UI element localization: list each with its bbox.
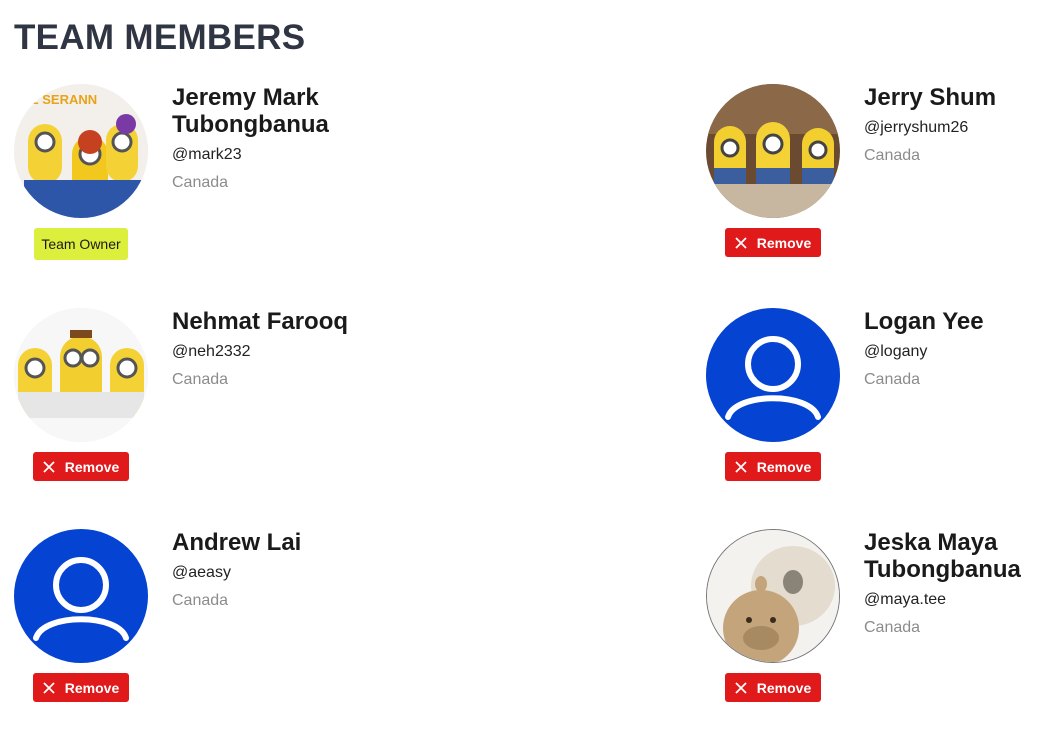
page-title: TEAM MEMBERS [14,18,306,57]
member-card: Remove Jeska Maya Tubongbanua @maya.tee … [706,529,1053,729]
member-info: Jeska Maya Tubongbanua @maya.tee Canada [864,529,1053,640]
avatar[interactable] [706,308,840,442]
minions-photo-avatar-icon [706,84,840,218]
avatar[interactable] [14,308,148,442]
member-card: Remove Logan Yee @logany Canada [706,308,1053,508]
member-card: LE SERANN Team Owner Jeremy Mark Tubongb… [14,84,374,284]
member-card: Remove Jerry Shum @jerryshum26 Canada [706,84,1053,284]
member-country: Canada [172,592,229,609]
member-name: Jeremy Mark Tubongbanua [172,84,329,138]
member-country: Canada [172,174,229,191]
member-info: Jeremy Mark Tubongbanua @mark23 Canada [172,84,372,195]
remove-button[interactable]: Remove [725,228,821,257]
member-country: Canada [864,147,921,164]
member-country: Canada [172,371,229,388]
member-username: @jerryshum26 [864,119,969,136]
close-icon [43,460,55,473]
member-username: @neh2332 [172,343,251,360]
close-icon [43,681,55,694]
member-name: Jerry Shum [864,84,997,111]
capybara-photo-avatar-icon [707,530,839,662]
default-user-icon [706,308,840,442]
member-card: Remove Nehmat Farooq @neh2332 Canada [14,308,374,508]
member-country: Canada [864,371,921,388]
avatar[interactable] [706,84,840,218]
default-user-icon [14,529,148,663]
avatar[interactable]: LE SERANN [14,84,148,218]
member-username: @logany [864,343,928,360]
remove-button[interactable]: Remove [33,673,129,702]
team-owner-badge: Team Owner [34,228,128,260]
remove-button[interactable]: Remove [33,452,129,481]
avatar[interactable] [706,529,840,663]
member-username: @mark23 [172,146,242,163]
close-icon [735,460,747,473]
member-name: Logan Yee [864,308,984,335]
member-country: Canada [864,619,921,636]
minions-photo-avatar-icon: LE SERANN [14,84,148,218]
remove-button-label: Remove [756,234,812,251]
member-name: Jeska Maya Tubongbanua [864,529,1021,583]
member-username: @maya.tee [864,591,947,608]
remove-button-label: Remove [756,679,812,696]
member-username: @aeasy [172,564,231,581]
close-icon [735,236,747,249]
remove-button[interactable]: Remove [725,452,821,481]
avatar[interactable] [14,529,148,663]
remove-button-label: Remove [64,458,120,475]
minions-photo-avatar-icon [14,308,148,442]
member-info: Andrew Lai @aeasy Canada [172,529,372,613]
svg-text:LE SERANN: LE SERANN [22,92,97,107]
member-info: Logan Yee @logany Canada [864,308,1053,392]
remove-button[interactable]: Remove [725,673,821,702]
member-name: Andrew Lai [172,529,302,556]
member-card: Remove Andrew Lai @aeasy Canada [14,529,374,729]
member-info: Nehmat Farooq @neh2332 Canada [172,308,372,392]
member-name: Nehmat Farooq [172,308,349,335]
remove-button-label: Remove [64,679,120,696]
close-icon [735,681,747,694]
member-info: Jerry Shum @jerryshum26 Canada [864,84,1053,168]
remove-button-label: Remove [756,458,812,475]
